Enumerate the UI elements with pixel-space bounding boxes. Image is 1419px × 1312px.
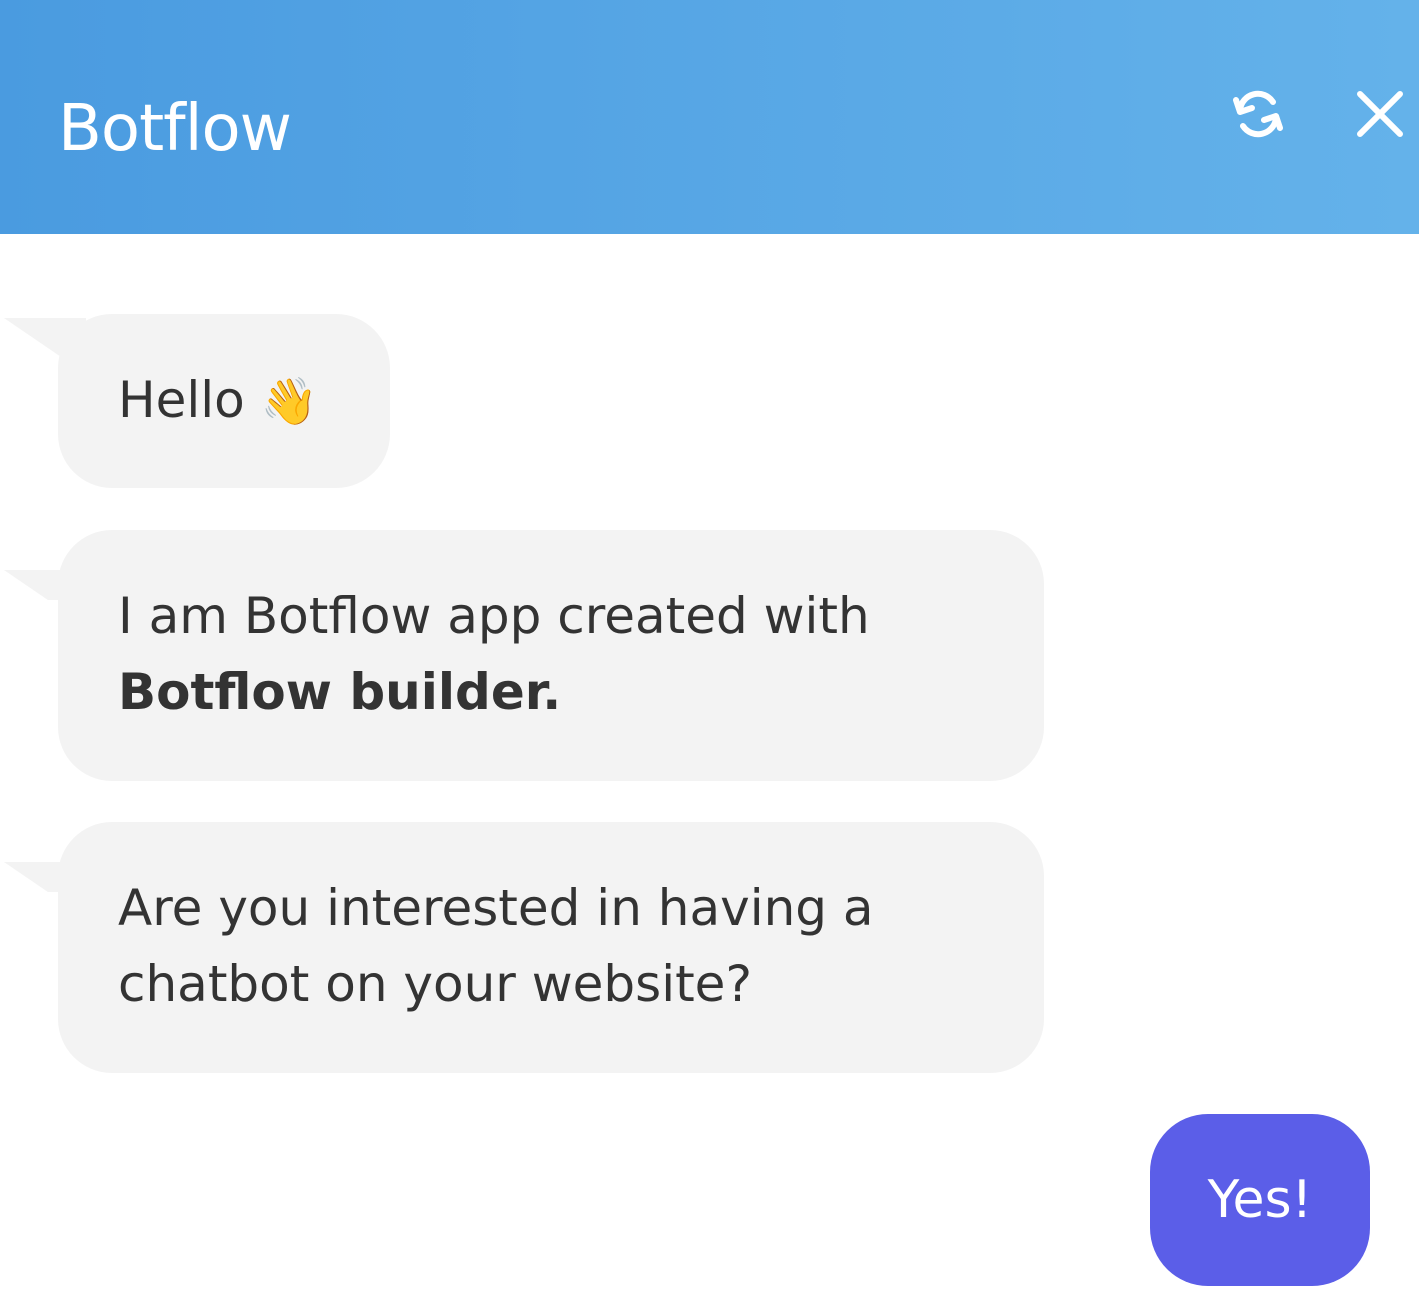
message-list: Hello 👋 I am Botflow app created with Bo… xyxy=(0,234,1419,1312)
chat-widget: Botflow Hello 👋 I am Botflow app created… xyxy=(0,0,1419,1312)
message-text-line-1: Are you interested in having a xyxy=(118,879,874,937)
chat-header: Botflow xyxy=(0,0,1419,234)
bubble-tail xyxy=(4,570,86,600)
message-bold-text: Botflow builder. xyxy=(118,663,562,721)
close-button[interactable] xyxy=(1344,78,1416,150)
quick-reply-yes-button[interactable]: Yes! xyxy=(1150,1114,1370,1286)
message-text-line-2: chatbot on your website? xyxy=(118,955,752,1013)
message-text: I am Botflow app created with xyxy=(118,587,870,645)
bot-message: I am Botflow app created with Botflow bu… xyxy=(4,530,1044,781)
restart-icon xyxy=(1233,90,1283,138)
restart-button[interactable] xyxy=(1222,78,1294,150)
bubble-tail xyxy=(4,862,86,892)
wave-emoji-icon: 👋 xyxy=(260,374,318,428)
message-text: Hello xyxy=(118,371,245,429)
chat-title: Botflow xyxy=(58,92,292,166)
bot-message: Are you interested in having a chatbot o… xyxy=(4,822,1044,1073)
close-icon xyxy=(1357,91,1403,137)
bubble-tail xyxy=(4,318,86,374)
bot-message: Hello 👋 xyxy=(4,314,390,488)
